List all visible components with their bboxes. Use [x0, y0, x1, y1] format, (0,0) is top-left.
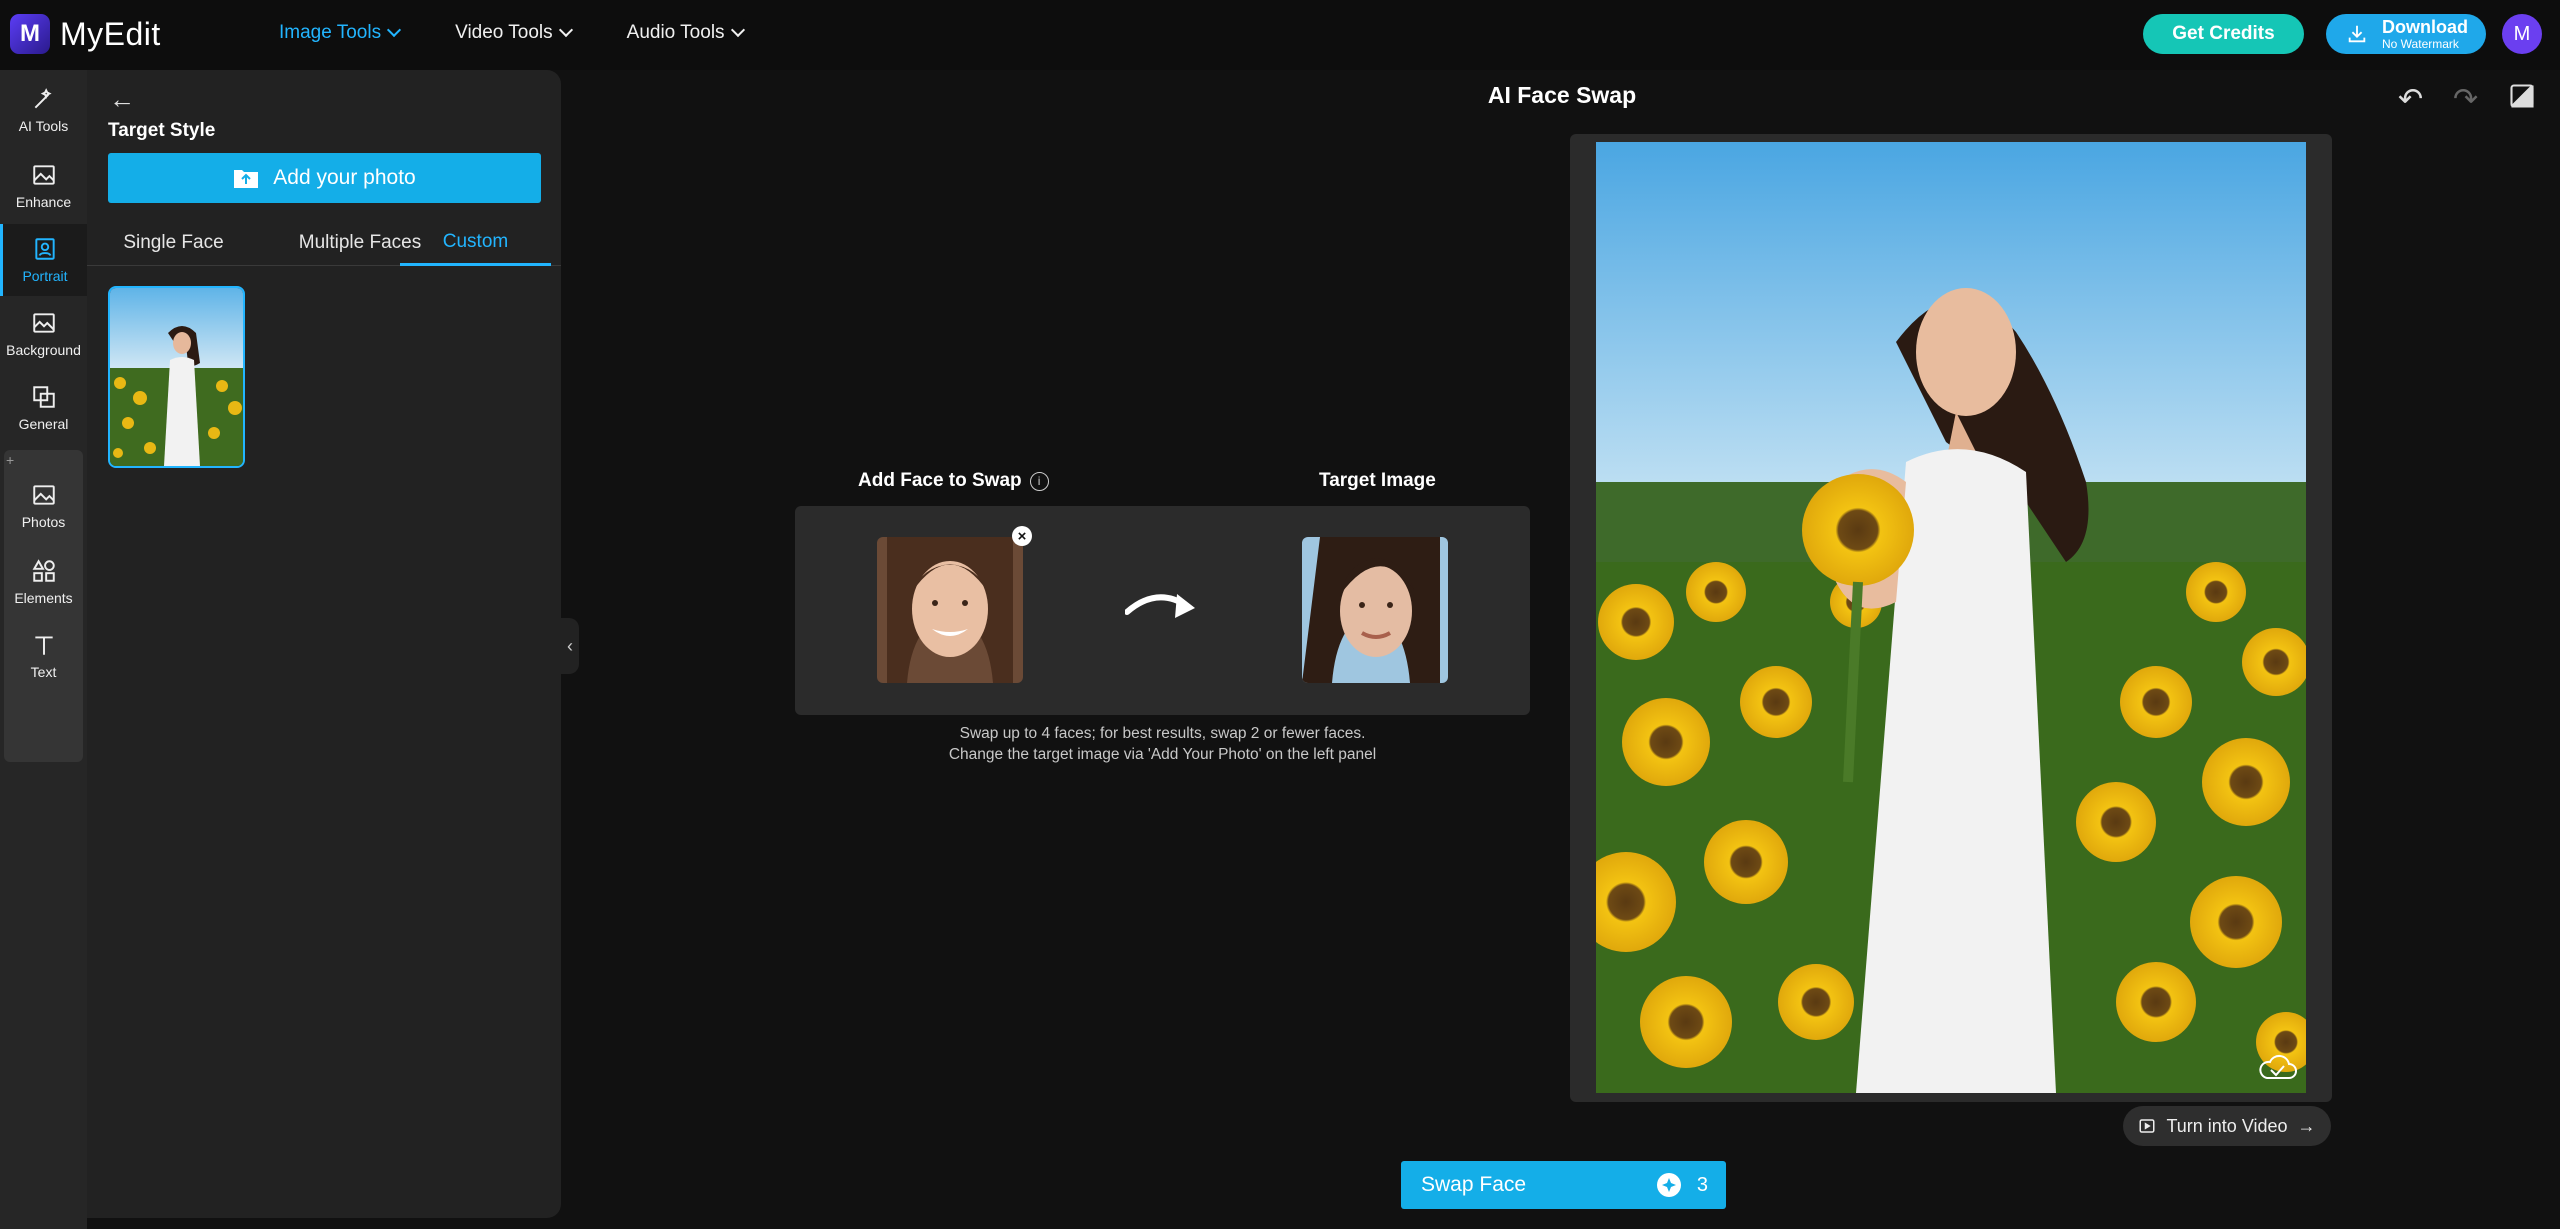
turn-into-video-label: Turn into Video	[2166, 1115, 2288, 1136]
logo-mark-icon: M	[10, 14, 50, 54]
credit-icon	[1656, 1173, 1681, 1197]
photos-icon	[32, 485, 55, 505]
rail-label: Enhance	[15, 194, 72, 210]
elements-icon	[32, 559, 55, 582]
nav-image-tools-label: Image Tools	[279, 22, 382, 43]
rail-label: Photos	[21, 514, 66, 530]
rail-label: AI Tools	[18, 118, 69, 134]
rail-label: Background	[6, 342, 81, 358]
arrow-right-icon: →	[2297, 1115, 2316, 1136]
nav-audio-tools[interactable]: Audio Tools	[626, 22, 745, 44]
style-tabs: Single Face Multiple Faces Custom	[87, 220, 561, 266]
tab-custom[interactable]: Custom	[400, 220, 551, 266]
get-credits-button[interactable]: Get Credits	[2143, 14, 2304, 54]
swap-hint-line1: Swap up to 4 faces; for best results, sw…	[959, 725, 1366, 742]
video-icon	[2139, 1119, 2155, 1133]
rail-item-photos[interactable]: Photos	[0, 470, 87, 542]
rail-label: General	[18, 416, 69, 432]
credit-cost-value: 3	[1696, 1173, 1708, 1196]
chevron-down-icon	[558, 22, 573, 38]
swap-hint-line2: Change the target image via 'Add Your Ph…	[948, 746, 1377, 763]
cloud-save-icon[interactable]	[2257, 1052, 2297, 1082]
target-image-canvas[interactable]	[1596, 142, 2306, 1093]
add-photo-button[interactable]: Add your photo	[108, 153, 541, 203]
download-label: Download	[2382, 17, 2468, 37]
background-icon	[32, 313, 55, 333]
add-photo-label: Add your photo	[273, 166, 416, 189]
enhance-icon	[32, 165, 55, 185]
compare-icon[interactable]	[2508, 82, 2536, 118]
download-text: Download No Watermark	[2382, 18, 2468, 50]
panel-title: Target Style	[108, 120, 216, 141]
info-icon[interactable]: i	[1029, 471, 1049, 491]
collapse-panel-handle[interactable]: ‹	[561, 618, 579, 674]
remove-face-button[interactable]: ×	[1012, 526, 1032, 546]
rail-label: Text	[30, 664, 57, 680]
nav-video-tools[interactable]: Video Tools	[455, 22, 573, 44]
download-button[interactable]: Download No Watermark	[2326, 14, 2486, 54]
page-title: AI Face Swap	[1487, 82, 1637, 108]
canvas-frame	[1570, 134, 2332, 1102]
chevron-down-icon	[387, 22, 402, 38]
chevron-down-icon	[730, 22, 745, 38]
source-face-thumbnail[interactable]	[877, 537, 1023, 683]
face-swap-box: ×	[795, 506, 1530, 715]
credit-cost: 3	[1656, 1161, 1708, 1209]
app-name: MyEdit	[60, 15, 161, 52]
rail-item-portrait[interactable]: Portrait	[0, 224, 87, 296]
target-face-thumbnail[interactable]	[1302, 537, 1448, 683]
top-bar: M MyEdit Image Tools Video Tools Audio T…	[0, 0, 2560, 70]
text-icon	[34, 636, 53, 655]
back-arrow-icon[interactable]: ←	[109, 84, 135, 115]
nav-video-tools-label: Video Tools	[455, 22, 553, 43]
target-image-label: Target Image	[1319, 470, 1436, 491]
rail-item-ai-tools[interactable]: AI Tools	[0, 74, 87, 146]
upload-folder-icon	[234, 170, 259, 188]
logo[interactable]: M MyEdit	[10, 14, 161, 54]
swap-face-label: Swap Face	[1421, 1173, 1527, 1196]
rail-item-enhance[interactable]: Enhance	[0, 150, 87, 222]
nav-image-tools[interactable]: Image Tools	[279, 22, 402, 44]
undo-icon[interactable]: ↶	[2398, 82, 2423, 117]
face-to-swap-text: Add Face to Swap	[858, 470, 1022, 491]
swap-hint: Swap up to 4 faces; for best results, sw…	[795, 723, 1530, 765]
swap-arrow-icon	[1125, 594, 1195, 618]
face-to-swap-label: Add Face to Swap i	[858, 470, 1049, 492]
rail-item-text[interactable]: Text	[0, 620, 87, 692]
turn-into-video-button[interactable]: Turn into Video →	[2123, 1106, 2331, 1146]
compare-view-icon	[2510, 84, 2534, 108]
rail-item-background[interactable]: Background	[0, 298, 87, 370]
rail-item-elements[interactable]: Elements	[0, 546, 87, 618]
download-sublabel: No Watermark	[2382, 37, 2459, 51]
main-nav: Image Tools Video Tools Audio Tools	[279, 22, 799, 44]
swap-face-button[interactable]: Swap Face 3	[1401, 1161, 1726, 1209]
magic-wand-icon	[34, 88, 52, 109]
portrait-icon	[35, 238, 55, 260]
download-icon	[2348, 25, 2366, 43]
general-icon	[32, 386, 55, 408]
nav-audio-tools-label: Audio Tools	[626, 22, 725, 43]
rail-label: Elements	[14, 590, 73, 606]
tool-rail: + AI Tools Enhance Portrait Background G…	[0, 70, 87, 1229]
redo-icon[interactable]: ↷	[2453, 82, 2478, 117]
tab-single-face[interactable]: Single Face	[87, 220, 260, 266]
rail-label: Portrait	[22, 268, 68, 284]
rail-item-general[interactable]: General	[0, 372, 87, 444]
plus-icon[interactable]: +	[6, 452, 14, 468]
avatar[interactable]: M	[2502, 14, 2542, 54]
custom-style-thumbnail[interactable]	[108, 286, 245, 468]
target-style-panel: ← Target Style Add your photo Single Fac…	[87, 70, 561, 1218]
